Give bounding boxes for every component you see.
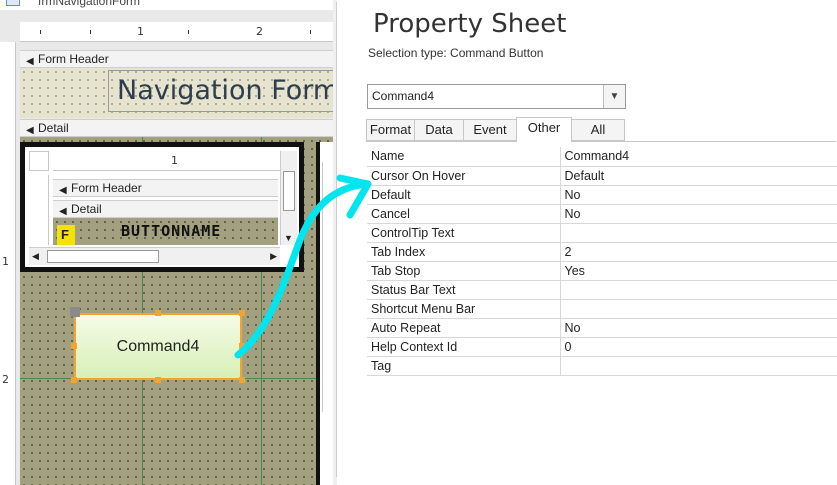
property-name: Auto Repeat [367, 318, 561, 338]
property-row[interactable]: Cursor On Hover Default [367, 166, 837, 186]
property-value[interactable] [560, 299, 837, 319]
form-designer: frmNavigationForm 1 2 1 2 ◀ Form Header … [0, 0, 337, 485]
vertical-ruler: 1 2 [0, 42, 16, 485]
scroll-left-icon[interactable]: ◀ [32, 251, 39, 262]
document-tab-title: frmNavigationForm [38, 0, 141, 8]
form-icon [6, 0, 20, 6]
property-value[interactable]: No [560, 318, 837, 338]
scroll-down-icon[interactable]: ▼ [284, 233, 293, 243]
designer-vertical-scrollbar[interactable] [333, 0, 337, 485]
subform-detail-label: Detail [71, 202, 102, 216]
band-collapse-icon: ◀ [59, 185, 67, 196]
property-name: Status Bar Text [367, 280, 561, 300]
property-sheet: Property Sheet Selection type: Command B… [357, 0, 837, 485]
resize-handle-bottom-left[interactable] [71, 377, 77, 383]
selection-type: Selection type: Command Button [368, 46, 544, 60]
navigation-subform[interactable]: 1 ◀ Form Header ◀ Detail F BUTTONNAME ▼ … [20, 142, 304, 272]
document-tab[interactable]: frmNavigationForm [0, 0, 337, 10]
command4-button[interactable]: Command4 [74, 313, 242, 380]
property-value[interactable] [560, 356, 837, 376]
property-value[interactable]: Default [560, 166, 837, 186]
property-row[interactable]: Cancel No [367, 204, 837, 224]
tab-other[interactable]: Other [516, 117, 572, 142]
property-row[interactable]: Tag [367, 356, 837, 376]
property-row[interactable]: Default No [367, 185, 837, 205]
object-selector-value: Command4 [372, 89, 435, 103]
property-name: Shortcut Menu Bar [367, 299, 561, 319]
property-value[interactable]: 0 [560, 337, 837, 357]
property-name: Cursor On Hover [367, 166, 561, 186]
property-value[interactable]: No [560, 185, 837, 205]
navigation-form-title[interactable]: Navigation Form [108, 70, 334, 112]
property-sheet-title: Property Sheet [373, 9, 567, 39]
property-name: Tag [367, 356, 561, 376]
chevron-down-icon[interactable]: ▼ [603, 85, 625, 108]
property-name: ControlTip Text [367, 223, 561, 243]
subform-field-marker[interactable]: F [57, 225, 75, 245]
property-row[interactable]: Name Command4 [367, 147, 837, 167]
resize-handle-top-mid[interactable] [155, 310, 161, 316]
scrollbar-thumb[interactable] [336, 2, 337, 477]
property-value[interactable] [560, 280, 837, 300]
tab-event[interactable]: Event [463, 119, 517, 141]
subform-detail-band[interactable]: ◀ Detail [53, 200, 278, 218]
tab-format[interactable]: Format [366, 119, 415, 141]
property-row[interactable]: Auto Repeat No [367, 318, 837, 338]
resize-handle-bottom-right[interactable] [239, 377, 245, 383]
property-name: Default [367, 185, 561, 205]
ruler-number-2: 2 [256, 25, 263, 38]
subform-ruler-number: 1 [171, 154, 178, 167]
move-handle[interactable] [70, 307, 80, 317]
resize-handle-mid-left[interactable] [71, 343, 77, 349]
property-value[interactable] [560, 223, 837, 243]
property-row[interactable]: Tab Stop Yes [367, 261, 837, 281]
subform-header-label: Form Header [71, 181, 142, 195]
ruler-number-1: 1 [137, 25, 144, 38]
form-header-label: Form Header [38, 52, 109, 66]
subform-horizontal-scrollbar[interactable]: ◀ ▶ [29, 247, 280, 265]
tab-data[interactable]: Data [414, 119, 464, 141]
property-row[interactable]: Help Context Id 0 [367, 337, 837, 357]
form-header-band[interactable]: ◀ Form Header [20, 50, 333, 68]
command4-button-label: Command4 [116, 337, 200, 355]
property-grid: Name Command4 Cursor On Hover Default Defa… [367, 147, 837, 376]
subform-header-band[interactable]: ◀ Form Header [53, 179, 278, 197]
property-value[interactable]: No [560, 204, 837, 224]
detail-label: Detail [38, 121, 69, 135]
horizontal-ruler: 1 2 [20, 22, 333, 42]
subform-ruler: 1 [53, 151, 295, 171]
property-value[interactable]: Command4 [560, 147, 837, 167]
second-subform-edge[interactable] [316, 142, 333, 485]
subform-vertical-scrollbar[interactable]: ▼ [280, 151, 297, 245]
property-name: Tab Stop [367, 261, 561, 281]
object-selector-combo[interactable]: Command4 ▼ [367, 84, 626, 109]
ruler-number-left-2: 2 [2, 373, 9, 386]
resize-handle-top-right[interactable] [239, 310, 245, 316]
resize-handle-mid-right[interactable] [239, 343, 245, 349]
property-name: Tab Index [367, 242, 561, 262]
ruler-number-left-1: 1 [2, 255, 9, 268]
property-row[interactable]: Tab Index 2 [367, 242, 837, 262]
property-row[interactable]: Status Bar Text [367, 280, 837, 300]
property-value[interactable]: Yes [560, 261, 837, 281]
subform-button-name[interactable]: BUTTONNAME [121, 222, 221, 240]
resize-handle-bottom-mid[interactable] [155, 377, 161, 383]
property-row[interactable]: Shortcut Menu Bar [367, 299, 837, 319]
tab-all[interactable]: All [571, 119, 625, 141]
property-value[interactable]: 2 [560, 242, 837, 262]
property-name: Name [367, 147, 561, 167]
property-row[interactable]: ControlTip Text [367, 223, 837, 243]
property-name: Help Context Id [367, 337, 561, 357]
property-name: Cancel [367, 204, 561, 224]
detail-band[interactable]: ◀ Detail [20, 119, 333, 137]
scroll-right-icon[interactable]: ▶ [270, 251, 277, 262]
